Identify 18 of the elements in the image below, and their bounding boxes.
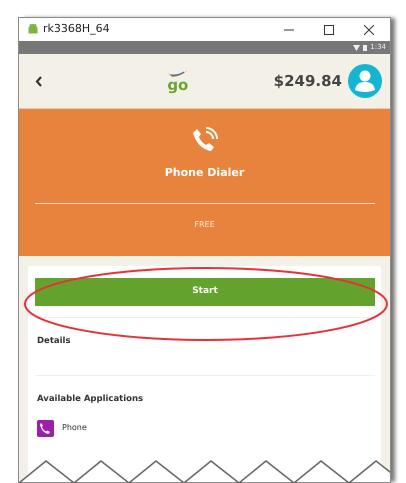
app-title: Phone Dialer xyxy=(164,165,244,181)
android-icon xyxy=(27,23,39,36)
close-icon[interactable] xyxy=(364,24,374,34)
logo-text: go xyxy=(167,78,188,92)
battery-icon xyxy=(363,44,368,51)
phone-call-icon xyxy=(192,127,218,153)
balance: $249.84 xyxy=(274,70,342,92)
price-label: FREE xyxy=(194,218,215,230)
section-title: Details xyxy=(37,334,72,348)
minimize-icon[interactable] xyxy=(284,28,294,30)
window-title: rk3368H_64 xyxy=(43,21,111,38)
back-icon[interactable] xyxy=(35,76,42,86)
maximize-icon[interactable] xyxy=(324,24,334,34)
phone-app-icon[interactable] xyxy=(37,420,54,436)
section-title: Available Applications xyxy=(37,392,144,406)
bird-logo-icon xyxy=(168,70,188,78)
wifi-icon xyxy=(353,44,360,50)
app-name[interactable]: Phone xyxy=(62,422,87,434)
